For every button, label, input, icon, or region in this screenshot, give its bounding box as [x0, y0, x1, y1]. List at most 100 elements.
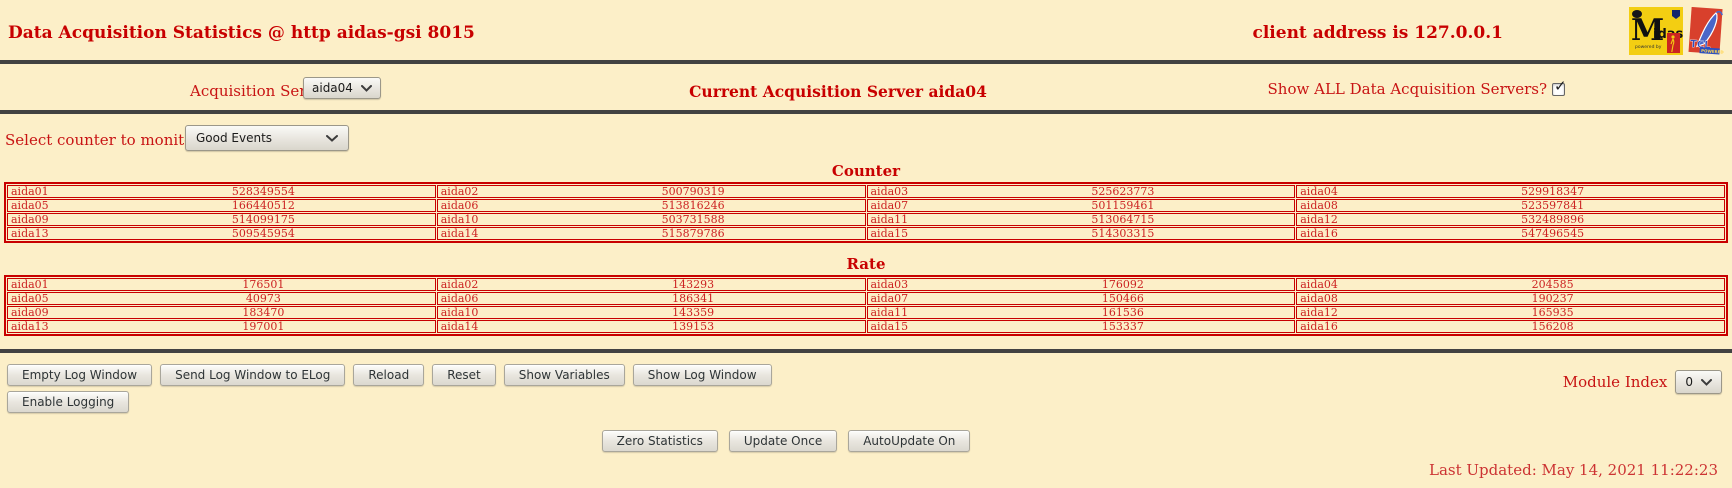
show-all-checkbox[interactable]: ✓	[1552, 77, 1567, 96]
stat-cell: aida06 186341	[436, 292, 866, 305]
svg-text:POWERED: POWERED	[1701, 48, 1724, 55]
server-name: aida06	[440, 292, 479, 305]
stat-cell: aida13 197001	[7, 320, 436, 333]
rate-section-title: Rate	[846, 255, 886, 273]
stat-cell: aida07 501159461	[866, 199, 1296, 212]
server-name: aida02	[440, 278, 479, 291]
enable-logging-button[interactable]: Enable Logging	[7, 391, 130, 413]
module-index-select-value: 0	[1685, 375, 1693, 389]
stat-value: 523597841	[1521, 199, 1585, 212]
stat-value: 500790319	[661, 185, 725, 198]
server-name: aida06	[440, 199, 479, 212]
stat-value: 204585	[1531, 278, 1574, 291]
tcl-powered-logo-icon: TCL POWERED	[1688, 6, 1725, 59]
last-updated-text: Last Updated: May 14, 2021 11:22:23	[1429, 461, 1718, 479]
stat-row: aida05 40973 aida06 186341 aida07 150466 aida0…	[7, 292, 1725, 305]
server-name: aida03	[870, 278, 909, 291]
stat-cell: aida15 514303315	[866, 227, 1296, 240]
server-name: aida07	[870, 199, 909, 212]
stat-value: 176092	[1101, 278, 1144, 291]
stat-value: 547496545	[1521, 227, 1585, 240]
server-name: aida08	[1300, 292, 1338, 305]
show-variables-button[interactable]: Show Variables	[503, 364, 625, 386]
midas-logo-icon: M idas powered by	[1629, 7, 1684, 59]
show-all-servers-label: Show ALL Data Acquisition Servers?	[1267, 80, 1547, 98]
stat-value: 513816246	[661, 199, 725, 212]
rate-table: aida01 176501 aida02 143293 aida03 176092 aida…	[4, 275, 1728, 336]
log-button-row-2: Enable Logging	[7, 391, 1732, 413]
stat-value: 139153	[672, 320, 715, 333]
stat-value: 156208	[1531, 320, 1574, 333]
stat-value: 509545954	[231, 227, 295, 240]
server-name: aida04	[1300, 278, 1338, 291]
stat-row: aida13 197001 aida14 139153 aida15 153337 aida…	[7, 320, 1725, 333]
show-log-window-button[interactable]: Show Log Window	[632, 364, 772, 386]
server-name: aida12	[1300, 213, 1338, 226]
server-name: aida09	[11, 213, 49, 226]
stat-value: 143293	[672, 278, 715, 291]
counter-select-value: Good Events	[196, 131, 273, 145]
header: Data Acquisition Statistics @ http aidas…	[0, 0, 1732, 60]
stat-value: 183470	[242, 306, 285, 319]
send-log-window-to-elog-button[interactable]: Send Log Window to ELog	[160, 364, 346, 386]
stat-cell: aida14 515879786	[436, 227, 866, 240]
server-bar: Acquisition Servers aida04 Current Acqui…	[0, 72, 1732, 110]
stat-value: 501159461	[1091, 199, 1155, 212]
stat-value: 197001	[242, 320, 285, 333]
stat-cell: aida14 139153	[436, 320, 866, 333]
server-name: aida05	[11, 199, 49, 212]
stat-value: 503731588	[661, 213, 725, 226]
zero-statistics-button[interactable]: Zero Statistics	[601, 430, 718, 452]
counter-select[interactable]: Good Events	[185, 125, 349, 151]
server-name: aida08	[1300, 199, 1338, 212]
stat-cell: aida05 40973	[7, 292, 436, 305]
server-name: aida11	[870, 306, 909, 319]
stat-value: 515879786	[661, 227, 725, 240]
stat-cell: aida06 513816246	[436, 199, 866, 212]
stat-cell: aida01 176501	[7, 278, 436, 291]
stat-cell: aida11 161536	[866, 306, 1296, 319]
stat-value: 40973	[245, 292, 281, 305]
stat-value: 150466	[1101, 292, 1144, 305]
divider	[0, 349, 1732, 353]
stat-cell: aida02 143293	[436, 278, 866, 291]
page-title: Data Acquisition Statistics @ http aidas…	[8, 23, 475, 43]
stat-cell: aida08 190237	[1296, 292, 1725, 305]
stat-cell: aida03 176092	[866, 278, 1296, 291]
stat-row: aida09 183470 aida10 143359 aida11 161536 aida…	[7, 306, 1725, 319]
stat-cell: aida10 503731588	[436, 213, 866, 226]
server-name: aida12	[1300, 306, 1338, 319]
logos: M idas powered by TCL POWERED	[1629, 6, 1725, 59]
reload-button[interactable]: Reload	[353, 364, 425, 386]
server-name: aida01	[11, 278, 49, 291]
stat-cell: aida12 165935	[1296, 306, 1725, 319]
stat-value: 165935	[1531, 306, 1574, 319]
module-index-select[interactable]: 0	[1675, 370, 1722, 394]
stat-value: 190237	[1531, 292, 1574, 305]
update-once-button[interactable]: Update Once	[728, 430, 838, 452]
stat-row: aida01 176501 aida02 143293 aida03 176092 aida…	[7, 278, 1725, 291]
stat-row: aida05 166440512 aida06 513816246 aida07 5011…	[7, 199, 1725, 212]
log-controls: Empty Log Window Send Log Window to ELog R…	[0, 364, 1732, 413]
server-name: aida11	[870, 213, 909, 226]
server-name: aida16	[1300, 227, 1338, 240]
server-name: aida14	[440, 320, 479, 333]
stat-value: 514303315	[1091, 227, 1155, 240]
stat-value: 161536	[1101, 306, 1144, 319]
stat-cell: aida07 150466	[866, 292, 1296, 305]
autoupdate-on-button[interactable]: AutoUpdate On	[848, 430, 971, 452]
stat-cell: aida16 156208	[1296, 320, 1725, 333]
divider	[0, 60, 1732, 64]
stat-cell: aida03 525623773	[866, 185, 1296, 198]
reset-button[interactable]: Reset	[432, 364, 496, 386]
divider	[0, 110, 1732, 114]
stat-cell: aida12 532489896	[1296, 213, 1725, 226]
stat-cell: aida11 513064715	[866, 213, 1296, 226]
stat-cell: aida10 143359	[436, 306, 866, 319]
stat-value: 514099175	[231, 213, 295, 226]
server-name: aida02	[440, 185, 479, 198]
stat-value: 513064715	[1091, 213, 1155, 226]
empty-log-window-button[interactable]: Empty Log Window	[7, 364, 153, 386]
stat-cell: aida09 183470	[7, 306, 436, 319]
stat-value: 186341	[672, 292, 715, 305]
